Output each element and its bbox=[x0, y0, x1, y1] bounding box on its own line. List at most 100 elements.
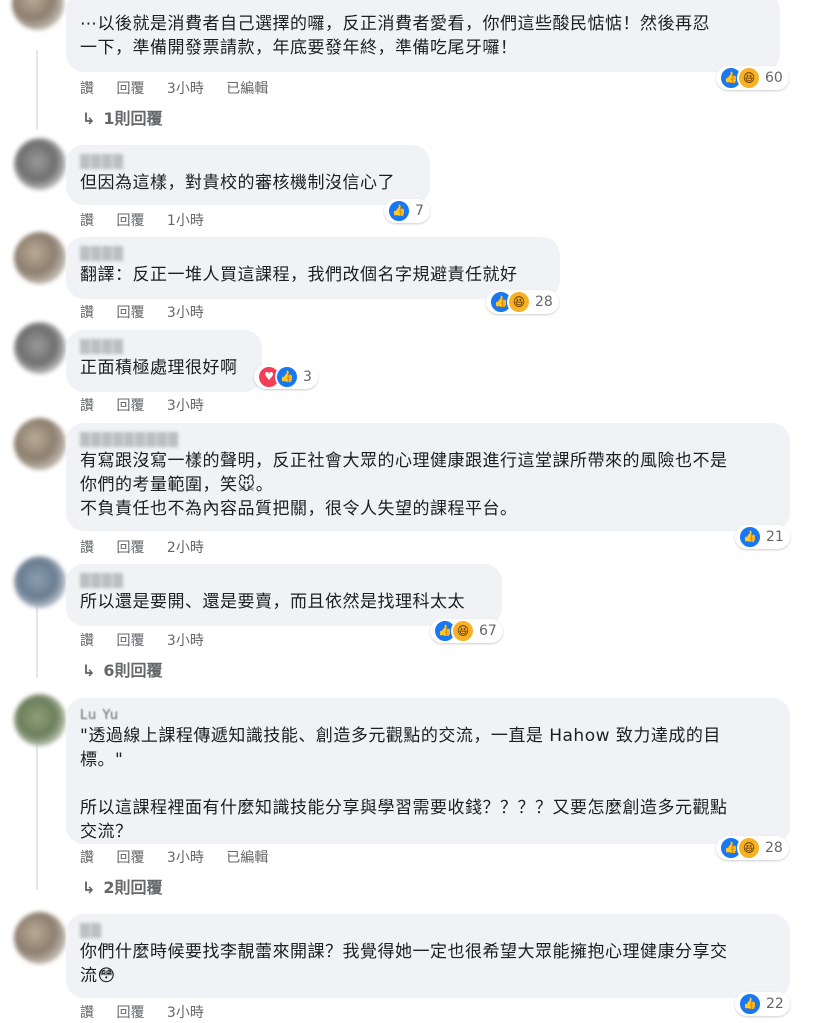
reaction-summary[interactable]: 👍 7 bbox=[384, 199, 430, 223]
replies-count: 2則回覆 bbox=[103, 878, 163, 897]
view-replies-link[interactable]: ↳ 6則回覆 bbox=[82, 660, 163, 682]
reaction-summary[interactable]: ♥ 👍 3 bbox=[254, 365, 318, 389]
commenter-name[interactable]: ▒▒▒▒▒▒▒▒▒ bbox=[80, 433, 776, 449]
reaction-count: 60 bbox=[765, 70, 783, 86]
comment-time[interactable]: 1小時 bbox=[167, 211, 204, 231]
avatar[interactable] bbox=[12, 0, 64, 30]
replies-count: 6則回覆 bbox=[103, 661, 163, 680]
reaction-count: 28 bbox=[535, 294, 553, 310]
avatar[interactable] bbox=[14, 232, 66, 284]
haha-reaction-icon: 😆 bbox=[451, 619, 475, 643]
comment-text: 但因為這樣，對貴校的審核機制沒信心了 bbox=[80, 173, 395, 193]
comment-time[interactable]: 3小時 bbox=[167, 631, 204, 651]
haha-reaction-icon: 😆 bbox=[737, 66, 761, 90]
like-button[interactable]: 讚 bbox=[80, 848, 94, 868]
haha-reaction-icon: 😆 bbox=[507, 290, 531, 314]
reaction-count: 28 bbox=[765, 840, 783, 856]
like-button[interactable]: 讚 bbox=[80, 79, 94, 99]
like-button[interactable]: 讚 bbox=[80, 538, 94, 558]
comment-bubble: ▒▒▒▒ 所以還是要開、還是要賣，而且依然是找理科太太 bbox=[66, 564, 502, 626]
avatar[interactable] bbox=[14, 556, 66, 608]
commenter-name[interactable]: ▒▒▒▒ bbox=[80, 340, 248, 356]
reply-button[interactable]: 回覆 bbox=[116, 848, 144, 868]
comment-actions: 讚 回覆 3小時 bbox=[80, 396, 222, 416]
like-reaction-icon: 👍 bbox=[275, 365, 299, 389]
reply-arrow-icon: ↳ bbox=[82, 661, 96, 680]
reaction-summary[interactable]: 👍 😆 67 bbox=[430, 619, 503, 643]
reply-button[interactable]: 回覆 bbox=[116, 1003, 144, 1023]
comment-actions: 讚 回覆 3小時 已編輯 bbox=[80, 79, 286, 99]
reply-button[interactable]: 回覆 bbox=[116, 631, 144, 651]
comment-actions: 讚 回覆 3小時 已編輯 bbox=[80, 848, 286, 868]
commenter-name[interactable]: ▒▒ bbox=[80, 924, 776, 940]
comment-actions: 讚 回覆 2小時 bbox=[80, 538, 222, 558]
reaction-count: 22 bbox=[766, 996, 784, 1012]
comment-actions: 讚 回覆 3小時 bbox=[80, 631, 222, 651]
reply-arrow-icon: ↳ bbox=[82, 109, 96, 128]
comment-bubble: ▒▒▒▒▒▒▒▒▒ 有寫跟沒寫一樣的聲明，反正社會大眾的心理健康跟進行這堂課所帶… bbox=[66, 423, 790, 531]
reaction-count: 21 bbox=[766, 529, 784, 545]
like-button[interactable]: 讚 bbox=[80, 396, 94, 416]
comment-text: 所以還是要開、還是要賣，而且依然是找理科太太 bbox=[80, 592, 465, 612]
reply-button[interactable]: 回覆 bbox=[116, 79, 144, 99]
like-button[interactable]: 讚 bbox=[80, 1003, 94, 1023]
comment-bubble: ▒▒▒▒ 翻譯：反正一堆人買這課程，我們改個名字規避責任就好 bbox=[66, 237, 560, 299]
reaction-summary[interactable]: 👍 😆 28 bbox=[486, 290, 559, 314]
like-button[interactable]: 讚 bbox=[80, 631, 94, 651]
commenter-name[interactable]: ▒▒▒▒ bbox=[80, 574, 488, 590]
avatar[interactable] bbox=[14, 418, 66, 470]
view-replies-link[interactable]: ↳ 1則回覆 bbox=[82, 108, 163, 130]
comment-time[interactable]: 3小時 bbox=[167, 396, 204, 416]
reply-button[interactable]: 回覆 bbox=[116, 211, 144, 231]
haha-reaction-icon: 😆 bbox=[737, 836, 761, 860]
edited-label: 已編輯 bbox=[226, 81, 269, 97]
comment-bubble: ▒▒▒▒ 但因為這樣，對貴校的審核機制沒信心了 bbox=[66, 145, 430, 205]
comment-text: 正面積極處理很好啊 bbox=[80, 358, 238, 378]
comment-text: ⋯以後就是消費者自己選擇的囉，反正消費者愛看，你們這些酸民惦惦！然後再忍 一下，… bbox=[80, 14, 710, 58]
reply-button[interactable]: 回覆 bbox=[116, 303, 144, 323]
comment-time[interactable]: 3小時 bbox=[167, 1003, 204, 1023]
reaction-count: 67 bbox=[479, 623, 497, 639]
comment-bubble: ▒▒ 你們什麼時候要找李靚蕾來開課？我覺得她一定也很希望大眾能擁抱心理健康分享交… bbox=[66, 914, 790, 998]
comment-text: 你們什麼時候要找李靚蕾來開課？我覺得她一定也很希望大眾能擁抱心理健康分享交 流😳 bbox=[80, 942, 728, 986]
reply-arrow-icon: ↳ bbox=[82, 878, 96, 897]
reaction-count: 7 bbox=[415, 203, 424, 219]
commenter-name[interactable]: Lu Yu bbox=[80, 708, 776, 724]
comment-bubble: ⋯以後就是消費者自己選擇的囉，反正消費者愛看，你們這些酸民惦惦！然後再忍 一下，… bbox=[66, 0, 780, 72]
comment-actions: 讚 回覆 3小時 bbox=[80, 303, 222, 323]
like-button[interactable]: 讚 bbox=[80, 303, 94, 323]
view-replies-link[interactable]: ↳ 2則回覆 bbox=[82, 877, 163, 899]
thread-line bbox=[36, 600, 38, 678]
comment-time[interactable]: 3小時 bbox=[167, 303, 204, 323]
avatar[interactable] bbox=[14, 138, 66, 190]
comment-time[interactable]: 2小時 bbox=[167, 538, 204, 558]
commenter-name[interactable]: ▒▒▒▒ bbox=[80, 155, 416, 171]
comment-text: 有寫跟沒寫一樣的聲明，反正社會大眾的心理健康跟進行這堂課所帶來的風險也不是 你們… bbox=[80, 451, 728, 519]
commenter-name[interactable]: ▒▒▒▒ bbox=[80, 247, 546, 263]
like-reaction-icon: 👍 bbox=[738, 992, 762, 1016]
comment-time[interactable]: 3小時 bbox=[167, 848, 204, 868]
replies-count: 1則回覆 bbox=[103, 109, 163, 128]
reaction-summary[interactable]: 👍 22 bbox=[735, 992, 790, 1016]
comment-text: "透過線上課程傳遞知識技能、創造多元觀點的交流，一直是 Hahow 致力達成的目… bbox=[80, 726, 728, 842]
thread-line bbox=[36, 745, 38, 890]
avatar[interactable] bbox=[14, 694, 66, 746]
like-reaction-icon: 👍 bbox=[387, 199, 411, 223]
reaction-summary[interactable]: 👍 😆 60 bbox=[716, 66, 789, 90]
comment-actions: 讚 回覆 1小時 bbox=[80, 211, 222, 231]
comment-actions: 讚 回覆 3小時 bbox=[80, 1003, 222, 1023]
avatar[interactable] bbox=[14, 912, 66, 964]
like-button[interactable]: 讚 bbox=[80, 211, 94, 231]
comment-bubble: ▒▒▒▒ 正面積極處理很好啊 bbox=[66, 330, 262, 392]
reply-button[interactable]: 回覆 bbox=[116, 538, 144, 558]
thread-line bbox=[36, 50, 38, 130]
comment-bubble: Lu Yu "透過線上課程傳遞知識技能、創造多元觀點的交流，一直是 Hahow … bbox=[66, 698, 790, 844]
reply-button[interactable]: 回覆 bbox=[116, 396, 144, 416]
like-reaction-icon: 👍 bbox=[738, 525, 762, 549]
comment-time[interactable]: 3小時 bbox=[167, 79, 204, 99]
reaction-summary[interactable]: 👍 😆 28 bbox=[716, 836, 789, 860]
avatar[interactable] bbox=[14, 322, 66, 374]
reaction-count: 3 bbox=[303, 369, 312, 385]
reaction-summary[interactable]: 👍 21 bbox=[735, 525, 790, 549]
comment-text: 翻譯：反正一堆人買這課程，我們改個名字規避責任就好 bbox=[80, 265, 518, 285]
